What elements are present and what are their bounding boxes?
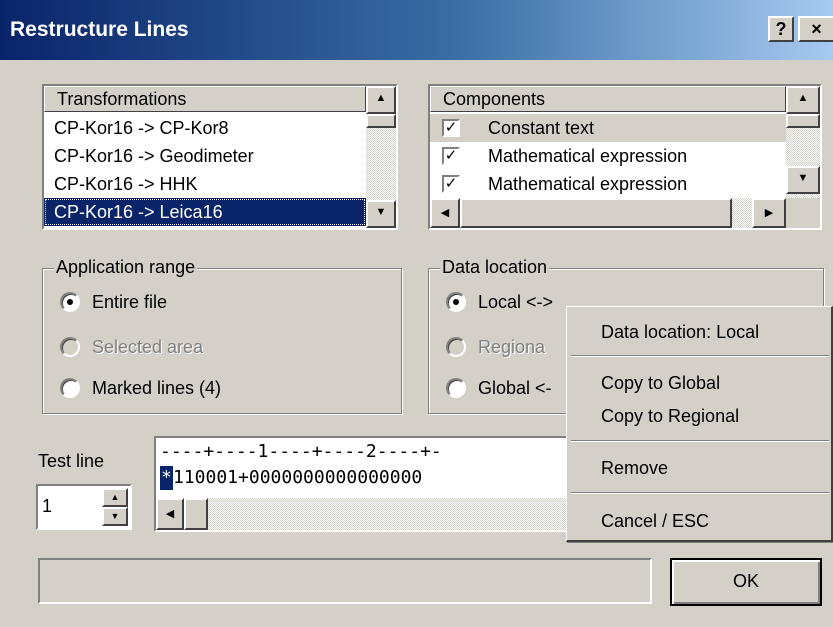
scroll-down-arrow-icon[interactable]: ▼ bbox=[786, 166, 820, 194]
help-button[interactable]: ? bbox=[768, 16, 794, 42]
column-ruler: ----+----1----+----2----+- bbox=[160, 441, 442, 462]
scroll-left-arrow-icon[interactable]: ◀ bbox=[156, 498, 184, 530]
checkbox-icon[interactable]: ✓ bbox=[442, 147, 460, 165]
components-list[interactable]: Components ✓ Constant text ✓ Mathematica… bbox=[428, 84, 822, 230]
status-field bbox=[38, 558, 652, 604]
menu-item-data-location-local[interactable]: Data location: Local bbox=[601, 322, 759, 343]
radio-regional bbox=[446, 337, 466, 357]
radio-label[interactable]: Entire file bbox=[92, 292, 167, 313]
component-row[interactable]: ✓ Constant text bbox=[430, 114, 786, 142]
scroll-thumb[interactable] bbox=[184, 498, 208, 530]
transformations-list[interactable]: Transformations CP-Kor16 -> CP-Kor8 CP-K… bbox=[42, 84, 398, 230]
component-label: Constant text bbox=[488, 118, 595, 138]
radio-label-disabled: Regiona bbox=[478, 337, 546, 357]
radio-marked-lines[interactable] bbox=[60, 378, 80, 398]
menu-separator bbox=[571, 492, 829, 494]
radio-entire-file[interactable] bbox=[60, 292, 80, 312]
transformations-header[interactable]: Transformations bbox=[44, 86, 366, 112]
checkbox-icon[interactable]: ✓ bbox=[442, 175, 460, 193]
cursor-marker: * bbox=[160, 466, 173, 490]
component-row[interactable]: ✓ Mathematical expression bbox=[430, 142, 786, 170]
scroll-corner bbox=[786, 198, 820, 228]
test-line-spinner[interactable]: 1 ▲ ▼ bbox=[36, 484, 132, 530]
window-title: Restructure Lines bbox=[10, 18, 189, 41]
scroll-up-arrow-icon[interactable]: ▲ bbox=[366, 86, 396, 114]
radio-label-disabled: Selected area bbox=[92, 337, 204, 357]
list-item-selected[interactable]: CP-Kor16 -> Leica16 bbox=[44, 198, 366, 226]
menu-separator bbox=[571, 355, 829, 357]
scroll-thumb[interactable] bbox=[786, 114, 820, 128]
radio-label[interactable]: Local <-> bbox=[478, 292, 553, 313]
scroll-down-arrow-icon[interactable]: ▼ bbox=[366, 200, 396, 228]
radio-local[interactable] bbox=[446, 292, 466, 312]
component-label: Mathematical expression bbox=[488, 146, 688, 166]
spin-down-icon[interactable]: ▼ bbox=[102, 507, 128, 526]
list-item[interactable]: CP-Kor16 -> HHK bbox=[44, 170, 366, 198]
scroll-thumb[interactable] bbox=[460, 198, 732, 228]
component-label: Mathematical expression bbox=[488, 174, 688, 194]
test-line-content[interactable]: 110001+0000000000000000 bbox=[173, 466, 422, 490]
context-menu: Data location: Local Copy to Global Copy… bbox=[566, 306, 833, 542]
menu-item-remove[interactable]: Remove bbox=[601, 458, 668, 479]
scroll-right-arrow-icon[interactable]: ▶ bbox=[752, 198, 786, 228]
test-line-label: Test line bbox=[38, 451, 105, 471]
radio-selected-area bbox=[60, 337, 80, 357]
radio-global[interactable] bbox=[446, 378, 466, 398]
test-line-value[interactable]: 1 bbox=[42, 496, 52, 517]
radio-label[interactable]: Global <- bbox=[478, 378, 552, 399]
list-item[interactable]: CP-Kor16 -> CP-Kor8 bbox=[44, 114, 366, 142]
checkbox-icon[interactable]: ✓ bbox=[442, 119, 460, 137]
menu-item-copy-to-regional[interactable]: Copy to Regional bbox=[601, 406, 739, 427]
radio-label[interactable]: Marked lines (4) bbox=[92, 378, 221, 399]
list-item[interactable]: CP-Kor16 -> Geodimeter bbox=[44, 142, 366, 170]
menu-item-copy-to-global[interactable]: Copy to Global bbox=[601, 373, 720, 394]
spin-up-icon[interactable]: ▲ bbox=[102, 488, 128, 507]
data-location-legend: Data location bbox=[440, 257, 550, 278]
scroll-thumb[interactable] bbox=[366, 114, 396, 128]
menu-separator bbox=[571, 440, 829, 442]
application-range-legend: Application range bbox=[54, 257, 198, 278]
scroll-left-arrow-icon[interactable]: ◀ bbox=[430, 198, 460, 228]
component-row[interactable]: ✓ Mathematical expression bbox=[430, 170, 786, 198]
menu-item-cancel[interactable]: Cancel / ESC bbox=[601, 511, 709, 532]
ok-button[interactable]: OK bbox=[670, 558, 822, 606]
scroll-up-arrow-icon[interactable]: ▲ bbox=[786, 86, 820, 114]
components-header[interactable]: Components bbox=[430, 86, 786, 112]
close-button[interactable]: × bbox=[798, 16, 833, 42]
